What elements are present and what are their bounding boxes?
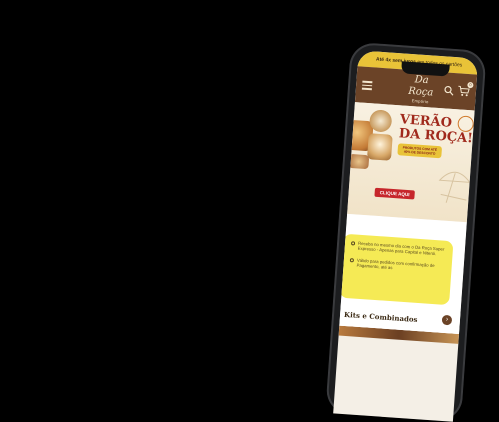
food-image [348, 153, 370, 170]
food-image [366, 133, 393, 161]
section-title: Kits e Combinados [343, 309, 418, 325]
clock-icon [350, 241, 356, 246]
cta-button[interactable]: CLIQUE AQUI [374, 187, 415, 200]
delivery-info-card: Receba no mesmo dia com o Da Roça Super … [339, 233, 454, 306]
chevron-right-icon[interactable]: › [441, 314, 453, 326]
search-icon[interactable] [444, 85, 455, 96]
clock-icon [349, 257, 355, 263]
logo-line1: Da Roça [407, 74, 434, 99]
info-section: Receba no mesmo dia com o Da Roça Super … [339, 213, 467, 334]
phone-mockup: Até 4x sem juros em todos os cartões Da … [325, 41, 487, 422]
cart-count-badge: 0 [467, 81, 474, 89]
discount-badge: PRODUTOS COM ATÉ 40% DE DESCONTO [397, 143, 443, 159]
hero-banner[interactable]: VERÃO DA ROÇA! PRODUTOS COM ATÉ 40% DE D… [347, 102, 475, 223]
hamburger-menu-icon[interactable] [361, 80, 373, 90]
logo[interactable]: Da Roça Empório [401, 73, 441, 104]
info-row: Válido para pedidos com confirmação de P… [349, 257, 446, 274]
info-row: Receba no mesmo dia com o Da Roça Super … [350, 240, 448, 257]
beach-umbrella-icon [438, 171, 471, 203]
info-text-1: Receba no mesmo dia com o Da Roça Super … [357, 240, 445, 257]
food-image [368, 109, 393, 133]
info-text-2: Válido para pedidos com confirmação de P… [356, 257, 435, 271]
phone-screen: Até 4x sem juros em todos os cartões Da … [333, 50, 479, 422]
